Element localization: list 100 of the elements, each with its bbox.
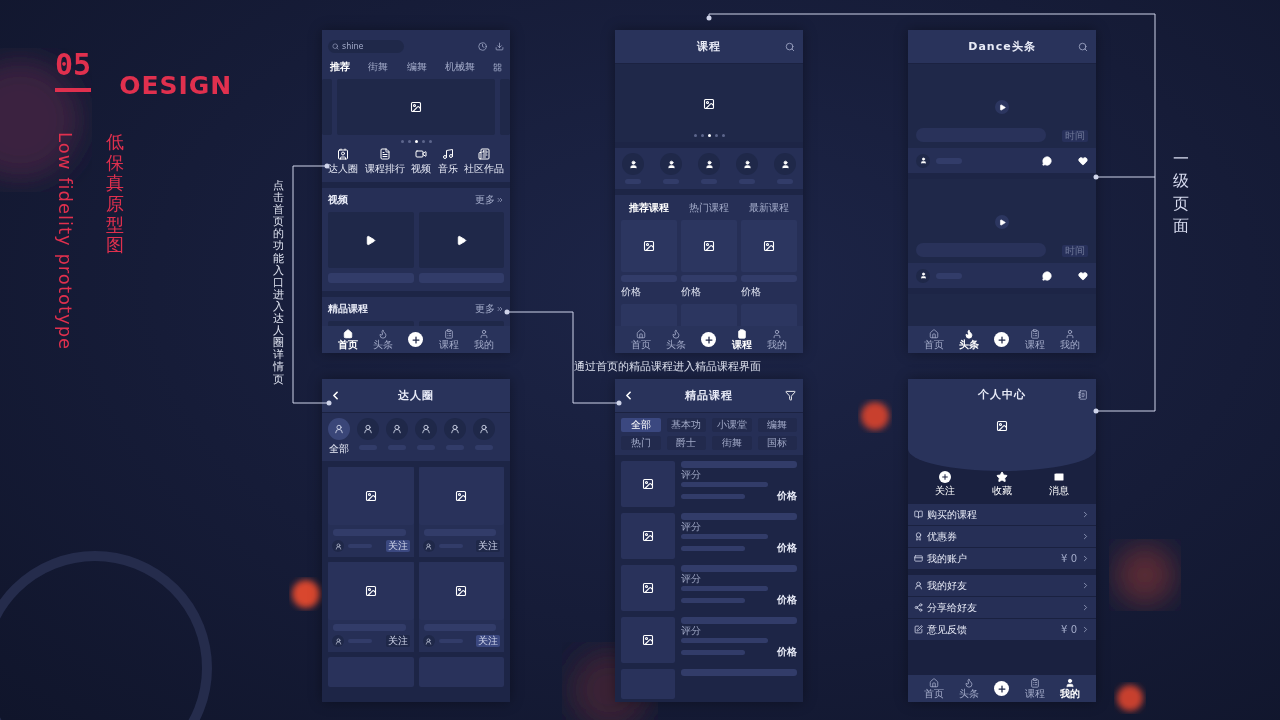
carousel-dot[interactable] xyxy=(428,140,432,143)
shortcut-button[interactable]: 达人圈 xyxy=(328,148,358,176)
category-tab[interactable]: 最新课程 xyxy=(741,201,797,215)
shortcut-button[interactable]: 课程排行 xyxy=(364,148,405,176)
add-button[interactable] xyxy=(701,332,717,347)
follow-tag[interactable]: 关注 xyxy=(476,540,500,552)
filter-icon[interactable] xyxy=(784,390,796,401)
filter-chip[interactable]: 爵士 xyxy=(666,436,706,450)
avatar[interactable] xyxy=(357,418,379,440)
filter-chip[interactable]: 编舞 xyxy=(757,418,797,432)
tab-bar-item[interactable]: 我的 xyxy=(1060,329,1081,350)
shortcut-button[interactable]: 视频 xyxy=(411,148,431,176)
course-thumbnail[interactable] xyxy=(621,565,675,611)
profile-action[interactable]: 收藏 xyxy=(992,471,1012,498)
carousel-dot[interactable] xyxy=(414,140,418,143)
tab-bar-item[interactable]: 头条 xyxy=(666,329,687,350)
category-tab[interactable]: 热门课程 xyxy=(681,201,737,215)
tab-bar-item[interactable]: 课程 xyxy=(438,329,459,350)
filter-chip[interactable]: 热门 xyxy=(621,436,661,450)
carousel-dot[interactable] xyxy=(421,140,425,143)
filter-chip[interactable]: 街舞 xyxy=(712,436,752,450)
carousel-dot[interactable] xyxy=(721,134,725,137)
category-tab[interactable]: 推荐 xyxy=(330,60,350,74)
avatar[interactable] xyxy=(328,418,350,440)
profile-action[interactable]: 关注 xyxy=(934,471,955,498)
course-thumbnail[interactable] xyxy=(681,220,737,272)
notebook-icon[interactable] xyxy=(1078,389,1088,400)
grid-icon[interactable] xyxy=(493,62,502,72)
carousel-dot[interactable] xyxy=(714,134,718,137)
filter-chip[interactable]: 全部 xyxy=(621,418,661,432)
search-icon[interactable] xyxy=(1078,41,1088,52)
shortcut-button[interactable]: 社区作品 xyxy=(464,148,504,176)
avatar[interactable] xyxy=(774,153,796,175)
video-thumbnail[interactable] xyxy=(328,212,414,268)
course-thumbnail[interactable] xyxy=(621,461,675,507)
category-tab[interactable]: 街舞 xyxy=(368,60,389,74)
avatar[interactable] xyxy=(415,418,437,440)
clock-icon[interactable] xyxy=(478,42,487,51)
tab-bar-item[interactable]: 我的 xyxy=(474,329,495,350)
menu-item[interactable]: 意见反馈 ¥ 0 xyxy=(908,619,1096,640)
course-thumbnail[interactable] xyxy=(621,513,675,559)
course-thumbnail[interactable] xyxy=(741,220,797,272)
play-button[interactable] xyxy=(995,100,1009,114)
tab-bar-item[interactable]: 首页 xyxy=(630,329,651,350)
search-field[interactable]: shine xyxy=(328,40,404,53)
menu-item[interactable]: 我的好友 xyxy=(908,575,1096,596)
course-thumbnail[interactable] xyxy=(621,220,677,272)
follow-tag[interactable]: 关注 xyxy=(476,635,500,647)
heart-icon[interactable] xyxy=(1078,155,1088,166)
avatar[interactable] xyxy=(444,418,466,440)
carousel-dot[interactable] xyxy=(400,140,404,143)
tab-bar-item[interactable]: 首页 xyxy=(923,678,944,699)
menu-item[interactable]: 分享给好友 xyxy=(908,597,1096,618)
filter-chip[interactable]: 基本功 xyxy=(666,418,706,432)
course-thumbnail[interactable] xyxy=(621,617,675,663)
filter-chip[interactable]: 小课堂 xyxy=(712,418,752,432)
profile-action[interactable]: 消息 xyxy=(1049,471,1070,498)
follow-tag[interactable]: 关注 xyxy=(385,635,410,647)
filter-chip[interactable]: 国标 xyxy=(757,436,797,450)
tab-bar-item[interactable]: 头条 xyxy=(373,329,394,350)
shortcut-button[interactable]: 音乐 xyxy=(437,148,458,176)
carousel-dot[interactable] xyxy=(700,134,704,137)
add-button[interactable] xyxy=(994,681,1010,696)
category-tab[interactable]: 推荐课程 xyxy=(621,201,677,215)
tab-bar-item[interactable]: 课程 xyxy=(1024,678,1045,699)
speech-bubble-icon[interactable] xyxy=(1042,270,1052,281)
tab-bar-item[interactable]: 首页 xyxy=(337,329,358,350)
avatar[interactable] xyxy=(916,153,930,168)
avatar[interactable] xyxy=(660,153,682,175)
avatar[interactable] xyxy=(736,153,758,175)
carousel-dot[interactable] xyxy=(407,140,411,143)
avatar[interactable] xyxy=(473,418,495,440)
add-button[interactable] xyxy=(994,332,1010,347)
tab-bar-item[interactable]: 头条 xyxy=(959,678,980,699)
tab-bar-item[interactable]: 课程 xyxy=(1024,329,1045,350)
avatar[interactable] xyxy=(386,418,408,440)
category-tab[interactable]: 机械舞 xyxy=(444,60,475,74)
tab-bar-item[interactable]: 我的 xyxy=(767,329,788,350)
add-button[interactable] xyxy=(408,332,424,347)
avatar[interactable] xyxy=(622,153,644,175)
menu-item[interactable]: 优惠券 xyxy=(908,526,1096,547)
speech-bubble-icon[interactable] xyxy=(1042,155,1052,166)
carousel-dot[interactable] xyxy=(693,134,697,137)
heart-icon[interactable] xyxy=(1078,270,1088,281)
search-icon[interactable] xyxy=(785,41,795,52)
play-button[interactable] xyxy=(995,215,1009,229)
tab-bar-item[interactable]: 我的 xyxy=(1060,678,1081,699)
menu-item[interactable]: 我的账户 ¥ 0 xyxy=(908,548,1096,569)
avatar[interactable] xyxy=(916,268,930,283)
video-thumbnail[interactable] xyxy=(418,212,504,268)
tab-bar-item[interactable]: 首页 xyxy=(923,329,944,350)
menu-item[interactable]: 购买的课程 xyxy=(908,504,1096,525)
more-link[interactable]: 更多 xyxy=(475,193,504,207)
tab-bar-item[interactable]: 课程 xyxy=(731,329,752,350)
avatar[interactable] xyxy=(698,153,720,175)
carousel-dot[interactable] xyxy=(707,134,711,137)
category-tab[interactable]: 编舞 xyxy=(406,60,427,74)
follow-tag[interactable]: 关注 xyxy=(385,540,410,552)
download-icon[interactable] xyxy=(495,42,504,51)
tab-bar-item[interactable]: 头条 xyxy=(959,329,980,350)
